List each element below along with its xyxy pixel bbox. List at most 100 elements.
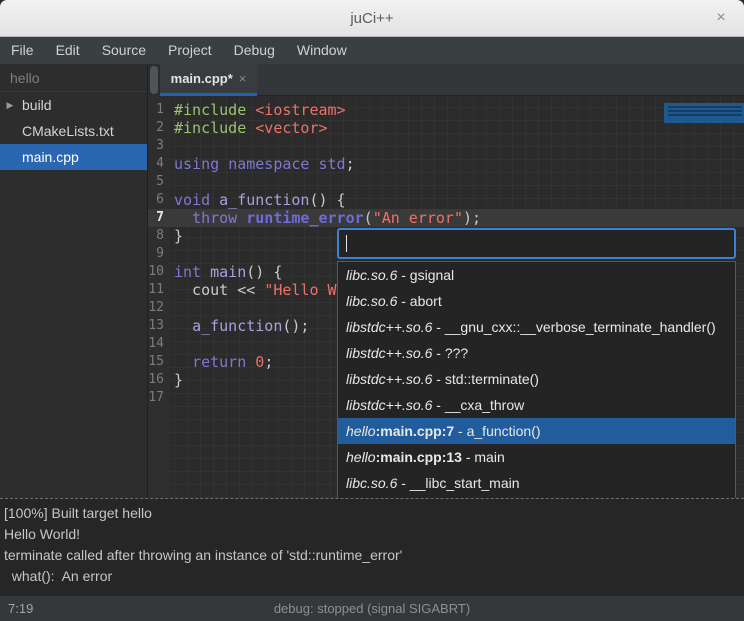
code-text	[170, 137, 174, 155]
code-line[interactable]: 7 throw runtime_error("An error");	[148, 209, 744, 227]
menu-edit[interactable]: Edit	[45, 37, 91, 64]
file-tree-panel[interactable]: hello ▶build CMakeLists.txt main.cpp	[0, 64, 148, 498]
menu-project[interactable]: Project	[157, 37, 223, 64]
code-line[interactable]: 3	[148, 137, 744, 155]
code-text	[170, 299, 174, 317]
line-number: 2	[148, 119, 170, 137]
tooltip-text-line	[668, 114, 742, 116]
code-segment	[174, 353, 192, 371]
frame-module: libstdc++.so.6	[346, 397, 432, 413]
code-line[interactable]: 4using namespace std;	[148, 155, 744, 173]
close-icon[interactable]: ×	[711, 8, 731, 28]
code-segment	[174, 209, 192, 227]
code-segment: "Hello W	[264, 281, 336, 299]
code-segment: cout <<	[174, 281, 264, 299]
stacktrace-popup[interactable]: libc.so.6 - gsignallibc.so.6 - abortlibs…	[337, 261, 736, 517]
stacktrace-item[interactable]: libc.so.6 - __libc_start_main	[338, 470, 735, 496]
line-number: 5	[148, 173, 170, 191]
tree-item-label: main.cpp	[20, 149, 79, 165]
frame-symbol: - std::terminate()	[432, 371, 539, 387]
code-text: #include <iostream>	[170, 101, 346, 119]
code-line[interactable]: 1#include <iostream>	[148, 101, 744, 119]
file-tree: ▶build CMakeLists.txt main.cpp	[0, 92, 147, 170]
code-segment: a_function	[192, 317, 282, 335]
frame-module: hello	[346, 423, 376, 439]
code-segment: #include	[174, 119, 255, 137]
stacktrace-item[interactable]: libc.so.6 - abort	[338, 288, 735, 314]
line-number: 12	[148, 299, 170, 317]
tab-main-cpp[interactable]: main.cpp* ×	[160, 64, 257, 96]
line-number: 16	[148, 371, 170, 389]
line-number: 9	[148, 245, 170, 263]
chevron-right-icon[interactable]: ▶	[0, 100, 20, 111]
status-bar: 7:19 debug: stopped (signal SIGABRT)	[0, 595, 744, 621]
frame-symbol: - ???	[432, 345, 468, 361]
code-segment: 0	[255, 353, 264, 371]
frame-symbol: - a_function()	[454, 423, 540, 439]
tree-item-label: CMakeLists.txt	[20, 123, 114, 139]
code-text: }	[170, 371, 183, 389]
frame-module: libstdc++.so.6	[346, 371, 432, 387]
frame-module: hello	[346, 449, 376, 465]
code-segment	[219, 155, 228, 173]
code-segment: using	[174, 155, 219, 173]
output-line: [100%] Built target hello	[4, 503, 738, 524]
tab-label: main.cpp*	[171, 71, 233, 86]
tree-item-build[interactable]: ▶build	[0, 92, 147, 118]
code-segment: return	[192, 353, 246, 371]
code-text: return 0;	[170, 353, 273, 371]
line-number: 11	[148, 281, 170, 299]
debug-status: debug: stopped (signal SIGABRT)	[0, 596, 744, 621]
menu-debug[interactable]: Debug	[223, 37, 286, 64]
code-segment: <iostream>	[255, 101, 345, 119]
frame-symbol: - __cxa_throw	[432, 397, 524, 413]
frame-module: libstdc++.so.6	[346, 345, 432, 361]
tree-item-main-cpp[interactable]: main.cpp	[0, 144, 147, 170]
frame-symbol: - __libc_start_main	[397, 475, 519, 491]
code-line[interactable]: 5	[148, 173, 744, 191]
title-bar: juCi++ ×	[0, 0, 744, 37]
line-number: 1	[148, 101, 170, 119]
stacktrace-filter-input[interactable]	[337, 228, 736, 259]
frame-module: libc.so.6	[346, 293, 397, 309]
code-segment	[246, 353, 255, 371]
tree-item-cmakelists-txt[interactable]: CMakeLists.txt	[0, 118, 147, 144]
stacktrace-item[interactable]: libc.so.6 - gsignal	[338, 262, 735, 288]
line-number: 3	[148, 137, 170, 155]
code-segment	[201, 263, 210, 281]
code-segment: ();	[282, 317, 309, 335]
stacktrace-item[interactable]: hello:main.cpp:13 - main	[338, 444, 735, 470]
stacktrace-item[interactable]: hello:main.cpp:7 - a_function()	[338, 418, 735, 444]
line-number: 7	[148, 209, 170, 227]
stacktrace-item[interactable]: libstdc++.so.6 - ???	[338, 340, 735, 366]
code-segment: void	[174, 191, 210, 209]
code-segment: () {	[309, 191, 345, 209]
line-number: 6	[148, 191, 170, 209]
project-name: hello	[0, 64, 147, 92]
tab-close-icon[interactable]: ×	[239, 71, 247, 86]
code-segment: namespace	[228, 155, 309, 173]
menu-file[interactable]: File	[0, 37, 45, 64]
code-text: a_function();	[170, 317, 309, 335]
code-text	[170, 389, 174, 407]
code-text: }	[170, 227, 183, 245]
frame-location: :main.cpp:13	[376, 449, 462, 465]
code-text: #include <vector>	[170, 119, 328, 137]
code-segment: );	[463, 209, 481, 227]
code-segment: ;	[264, 353, 273, 371]
code-segment: int	[174, 263, 201, 281]
frame-module: libstdc++.so.6	[346, 319, 432, 335]
menu-source[interactable]: Source	[91, 37, 157, 64]
code-line[interactable]: 6void a_function() {	[148, 191, 744, 209]
code-text	[170, 173, 174, 191]
line-number: 14	[148, 335, 170, 353]
stacktrace-item[interactable]: libstdc++.so.6 - __gnu_cxx::__verbose_te…	[338, 314, 735, 340]
menu-window[interactable]: Window	[286, 37, 358, 64]
code-line[interactable]: 2#include <vector>	[148, 119, 744, 137]
output-panel[interactable]: [100%] Built target helloHello World!ter…	[0, 498, 744, 595]
stacktrace-item[interactable]: libstdc++.so.6 - __cxa_throw	[338, 392, 735, 418]
stacktrace-item[interactable]: libstdc++.so.6 - std::terminate()	[338, 366, 735, 392]
scrollbar-thumb[interactable]	[150, 66, 158, 94]
menu-bar: FileEditSourceProjectDebugWindow	[0, 37, 744, 64]
stacktrace-items: libc.so.6 - gsignallibc.so.6 - abortlibs…	[338, 262, 735, 517]
